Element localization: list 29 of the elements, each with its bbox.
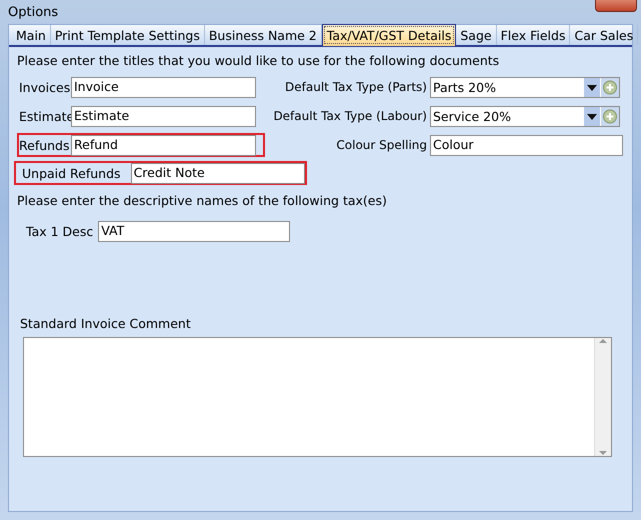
tab[interactable]: Flex Fields [496,25,570,45]
instruction-text: Please enter the descriptive names of the following tax(es) [17,193,388,208]
input-field[interactable]: Estimate [71,106,256,126]
field-label: Tax 1 Desc [26,224,94,239]
scrollbar[interactable] [594,338,611,456]
tab[interactable]: Car Sales [570,25,638,45]
field-label: Refunds [19,138,68,152]
tab[interactable]: Main [12,25,51,45]
scroll-up-icon[interactable] [599,338,607,344]
input-field[interactable]: VAT [98,221,290,242]
input-field[interactable]: Invoice [71,76,256,98]
scroll-down-icon[interactable] [599,450,607,456]
input-field[interactable]: Refund [71,134,256,156]
field-label: Unpaid Refunds [22,166,121,180]
field-label: Default Tax Type (Parts) [284,80,427,94]
dropdown[interactable]: Parts 20% [430,76,620,98]
dropdown[interactable]: Service 20% [430,106,620,126]
field-label: Colour Spelling [335,138,427,152]
field-label: Standard Invoice Comment [19,316,192,331]
window-title: Options [8,4,58,20]
input-field[interactable]: Colour [430,134,623,156]
input-field[interactable]: Credit Note [130,162,305,184]
field-label: Invoices [19,80,68,94]
text-area[interactable] [23,337,612,457]
tab[interactable]: Sage [456,25,497,45]
tab[interactable]: Print Template Settings [50,25,205,45]
instruction-text: Please enter the titles that you would like to use for the following documents [17,53,500,68]
tab[interactable]: Tax/VAT/GST Details [322,24,456,46]
field-label: Default Tax Type (Labour) [272,109,427,123]
